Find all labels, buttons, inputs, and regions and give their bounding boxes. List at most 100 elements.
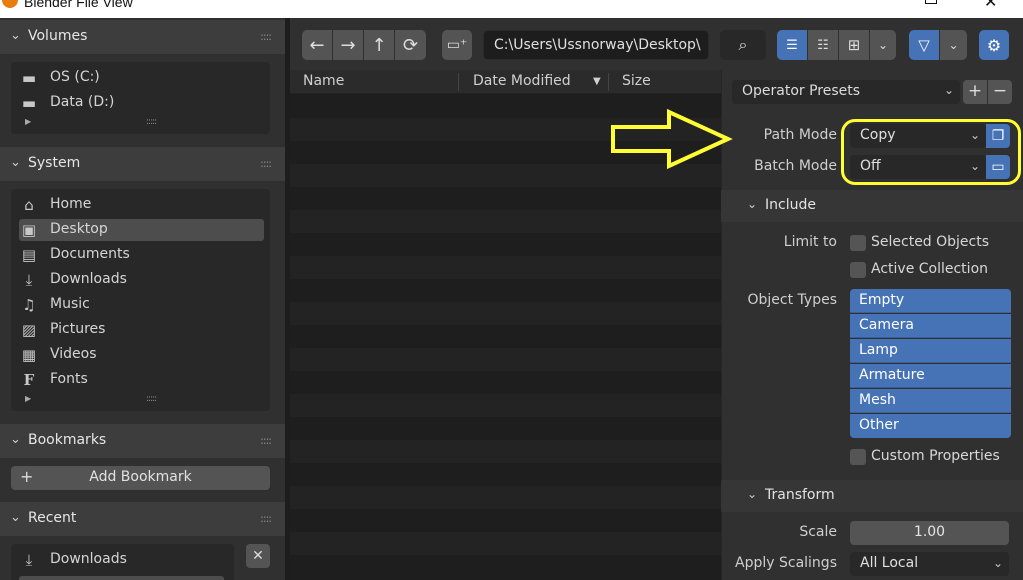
- annotation-highlight: [841, 119, 1021, 185]
- column-date-modified[interactable]: Date Modified: [473, 73, 571, 89]
- vertical-list-view-button[interactable]: ☰: [777, 30, 807, 60]
- panel-header-volumes[interactable]: ⌄ Volumes ::::: [0, 20, 285, 54]
- empty-row: [290, 210, 721, 233]
- batch-mode-label: Batch Mode: [754, 158, 837, 174]
- custom-properties-checkbox[interactable]: [850, 449, 866, 465]
- filter-toggle-button[interactable]: ▽: [909, 30, 939, 60]
- empty-row: [290, 256, 721, 279]
- list-item[interactable]: [19, 576, 224, 580]
- object-type-mesh[interactable]: Mesh: [850, 389, 1011, 413]
- path-input[interactable]: C:\Users\Ussnorway\Desktop\: [483, 30, 709, 60]
- selected-objects-label: Selected Objects: [871, 234, 990, 250]
- sidebar-item-recent-downloads[interactable]: ⤓ Downloads: [19, 549, 229, 571]
- grip-icon[interactable]: ::::: [260, 30, 272, 43]
- thumbnail-view-button[interactable]: ⊞: [839, 30, 869, 60]
- chevron-down-icon: ⌄: [943, 83, 954, 97]
- resize-grip-icon[interactable]: :::::: [146, 117, 157, 127]
- filter-icon: ▽: [918, 36, 930, 54]
- object-type-label: Lamp: [859, 342, 898, 358]
- sidebar-item-os-c[interactable]: ▬ OS (C:): [19, 67, 264, 89]
- section-transform[interactable]: ⌄ Transform: [721, 480, 1023, 512]
- column-header: Name Date Modified ▼ Size: [290, 70, 721, 94]
- back-button[interactable]: ←: [302, 30, 332, 60]
- sidebar-item-documents[interactable]: ▤ Documents: [19, 244, 264, 266]
- window-title: Blender File View: [24, 0, 133, 10]
- recent-list: ⤓ Downloads: [11, 544, 234, 580]
- sidebar-item-pictures[interactable]: ▨ Pictures: [19, 319, 264, 341]
- annotation-arrow-icon: [611, 109, 733, 169]
- apply-scalings-label: Apply Scalings: [735, 555, 837, 571]
- object-type-camera[interactable]: Camera: [850, 314, 1011, 338]
- horizontal-list-icon: ☷: [817, 37, 829, 53]
- sidebar-item-home[interactable]: ⌂ Home: [19, 194, 264, 216]
- object-type-empty[interactable]: Empty: [850, 289, 1011, 313]
- column-separator[interactable]: [608, 73, 609, 91]
- object-types-label: Object Types: [747, 292, 838, 308]
- drive-icon: ▬: [21, 69, 37, 87]
- selected-objects-checkbox[interactable]: [850, 235, 866, 251]
- horizontal-list-view-button[interactable]: ☷: [808, 30, 838, 60]
- sidebar-item-label: Videos: [50, 346, 97, 362]
- close-window-button[interactable]: ✕: [984, 0, 997, 11]
- new-folder-button[interactable]: ▭⁺: [442, 30, 472, 60]
- forward-button[interactable]: →: [333, 30, 363, 60]
- new-folder-icon: ▭⁺: [446, 37, 468, 53]
- vertical-list-icon: ☰: [786, 37, 798, 53]
- sidebar-item-label: Downloads: [50, 271, 127, 287]
- sidebar-item-fonts[interactable]: F Fonts: [19, 369, 264, 391]
- operator-presets-dropdown[interactable]: Operator Presets ⌄: [732, 80, 960, 104]
- empty-row: [290, 440, 721, 463]
- object-type-label: Armature: [859, 367, 925, 383]
- volumes-list: ▬ OS (C:) ▬ Data (D:) ▶ :::::: [11, 62, 270, 134]
- column-size[interactable]: Size: [622, 73, 651, 89]
- expand-triangle-icon[interactable]: ▶: [25, 394, 31, 403]
- panel-header-system[interactable]: ⌄ System ::::: [0, 147, 285, 181]
- sidebar-item-videos[interactable]: ▦ Videos: [19, 344, 264, 366]
- remove-recent-button[interactable]: ✕: [246, 544, 270, 568]
- active-collection-checkbox[interactable]: [850, 262, 866, 278]
- chevron-down-icon: ⌄: [747, 197, 758, 211]
- desktop-icon: ▣: [21, 221, 37, 239]
- grip-icon[interactable]: ::::: [260, 434, 272, 447]
- sidebar-item-music[interactable]: ♫ Music: [19, 294, 264, 316]
- apply-scalings-value: All Local: [860, 555, 919, 571]
- remove-preset-button[interactable]: −: [988, 80, 1012, 104]
- column-separator[interactable]: [458, 73, 459, 91]
- add-bookmark-button[interactable]: + Add Bookmark: [11, 466, 270, 490]
- display-settings-dropdown[interactable]: ⌄: [870, 30, 896, 60]
- sidebar-item-downloads[interactable]: ⤓ Downloads: [19, 269, 264, 291]
- panel-title-system: System: [28, 155, 81, 171]
- expand-triangle-icon[interactable]: ▶: [25, 117, 31, 126]
- toolbar: ← → ↑ ⟳ ▭⁺ C:\Users\Ussnorway\Desktop\ ⌕…: [290, 18, 1023, 70]
- search-button[interactable]: ⌕: [720, 30, 766, 60]
- panel-header-bookmarks[interactable]: ⌄ Bookmarks ::::: [0, 424, 285, 458]
- object-type-lamp[interactable]: Lamp: [850, 339, 1011, 363]
- column-name[interactable]: Name: [303, 73, 344, 89]
- add-preset-button[interactable]: +: [963, 80, 987, 104]
- title-bar: Blender File View ✕: [0, 0, 1023, 18]
- filter-settings-dropdown[interactable]: ⌄: [940, 30, 967, 60]
- settings-button[interactable]: ⚙: [979, 30, 1009, 60]
- sort-descending-icon[interactable]: ▼: [593, 76, 601, 87]
- sidebar-item-data-d[interactable]: ▬ Data (D:): [19, 92, 264, 114]
- font-icon: F: [23, 371, 35, 389]
- thumbnail-grid-icon: ⊞: [847, 36, 861, 54]
- grip-icon[interactable]: ::::: [260, 157, 272, 170]
- panel-header-recent[interactable]: ⌄ Recent ::::: [0, 502, 285, 536]
- parent-directory-button[interactable]: ↑: [364, 30, 394, 60]
- scale-field[interactable]: 1.00: [850, 521, 1009, 545]
- section-include[interactable]: ⌄ Include: [721, 190, 1023, 222]
- object-type-armature[interactable]: Armature: [850, 364, 1011, 388]
- apply-scalings-dropdown[interactable]: All Local ⌄: [850, 552, 1009, 576]
- resize-grip-icon[interactable]: :::::: [146, 394, 157, 404]
- refresh-button[interactable]: ⟳: [395, 30, 426, 60]
- chevron-down-icon: ⌄: [747, 487, 758, 501]
- grip-icon[interactable]: ::::: [260, 512, 272, 525]
- arrow-left-icon: ←: [309, 34, 325, 56]
- object-type-other[interactable]: Other: [850, 414, 1011, 438]
- chevron-down-icon: ⌄: [10, 510, 21, 525]
- sidebar-item-label: Home: [50, 196, 92, 212]
- sidebar-item-desktop[interactable]: ▣ Desktop: [19, 219, 264, 241]
- section-title-include: Include: [765, 197, 816, 213]
- maximize-button[interactable]: [925, 0, 937, 4]
